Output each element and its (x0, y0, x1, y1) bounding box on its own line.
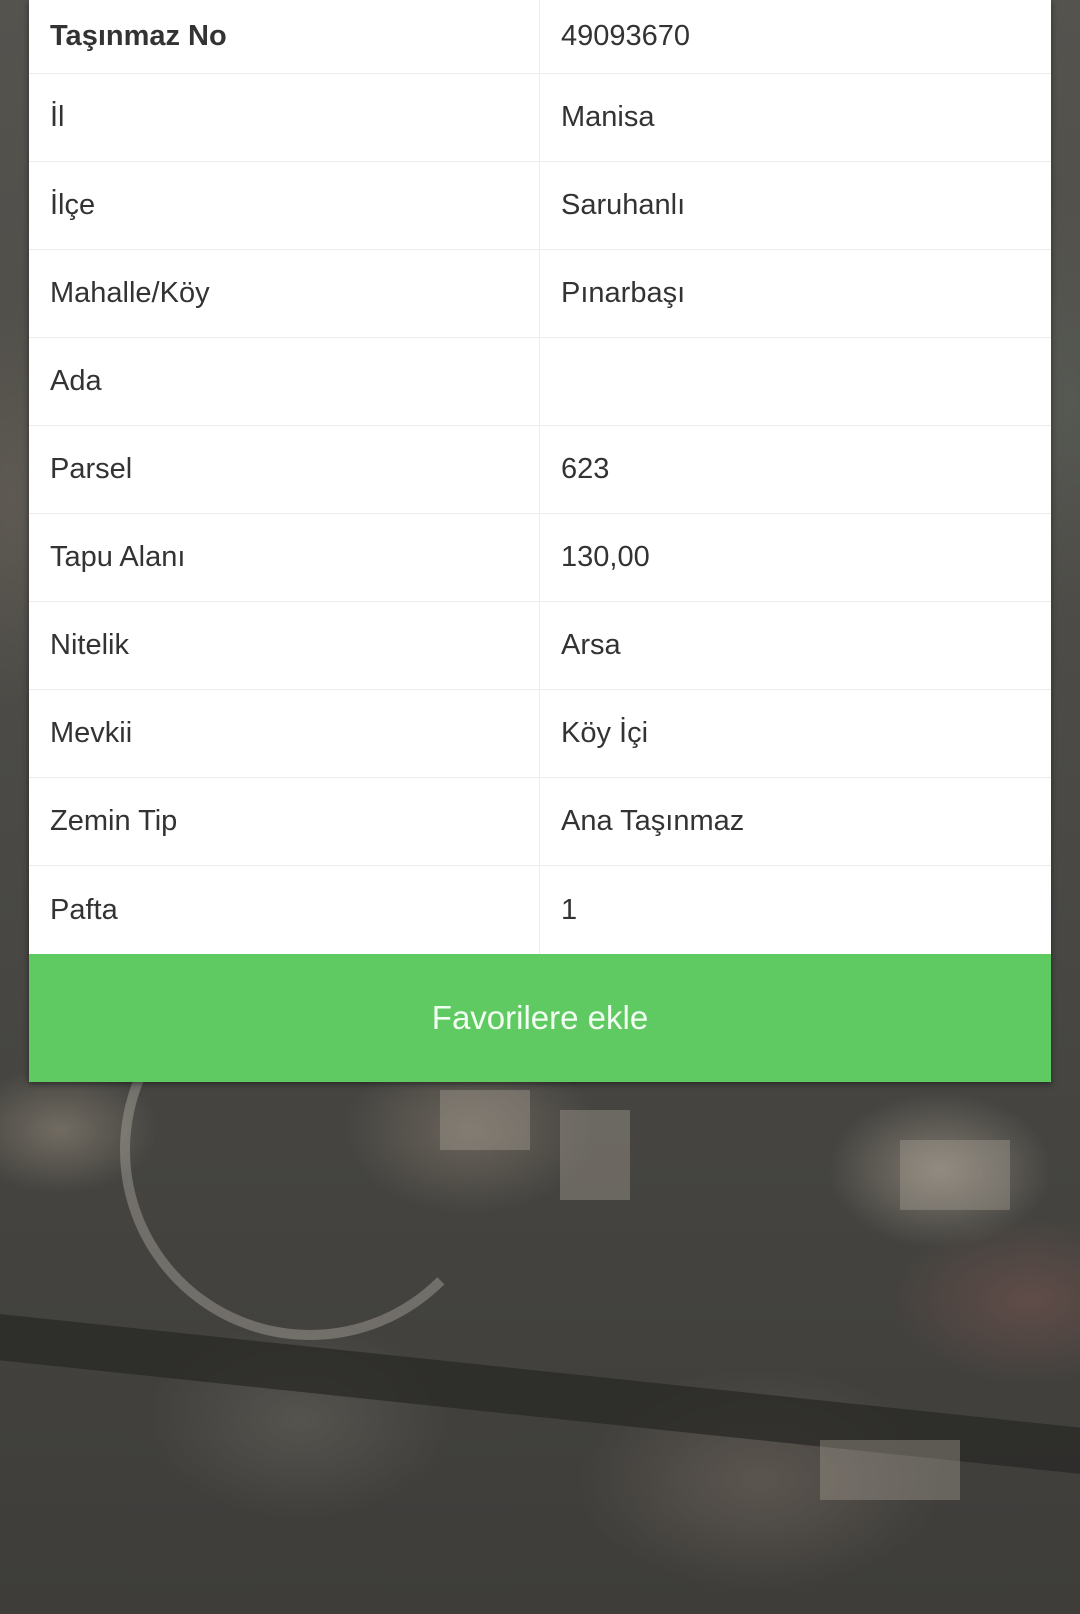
row-value: Arsa (539, 601, 1051, 690)
parcel-info-panel: Taşınmaz No 49093670 İl Manisa İlçe Saru… (29, 0, 1051, 1082)
table-row-mevkii: Mevkii Köy İçi (29, 689, 1051, 778)
row-label: Ada (29, 337, 540, 426)
row-label: İlçe (29, 161, 540, 250)
row-value: 623 (539, 425, 1051, 514)
row-value: Ana Taşınmaz (539, 777, 1051, 866)
table-row-nitelik: Nitelik Arsa (29, 601, 1051, 690)
row-label: Parsel (29, 425, 540, 514)
row-label: Nitelik (29, 601, 540, 690)
row-label: Mahalle/Köy (29, 249, 540, 338)
row-label: Mevkii (29, 689, 540, 778)
row-label: Pafta (29, 865, 540, 954)
table-row-tasinmaz-no: Taşınmaz No 49093670 (29, 0, 1051, 74)
table-row-ada: Ada (29, 337, 1051, 426)
row-label: Zemin Tip (29, 777, 540, 866)
table-row-parsel: Parsel 623 (29, 425, 1051, 514)
row-value: Köy İçi (539, 689, 1051, 778)
parcel-details-table: Taşınmaz No 49093670 İl Manisa İlçe Saru… (29, 0, 1051, 954)
table-row-tapu-alani: Tapu Alanı 130,00 (29, 513, 1051, 602)
map-building (560, 1110, 630, 1200)
row-value: Saruhanlı (539, 161, 1051, 250)
table-row-ilce: İlçe Saruhanlı (29, 161, 1051, 250)
table-row-il: İl Manisa (29, 73, 1051, 162)
row-value: Manisa (539, 73, 1051, 162)
table-row-pafta: Pafta 1 (29, 865, 1051, 954)
row-value: 1 (561, 893, 578, 926)
add-to-favorites-button[interactable]: Favorilere ekle (29, 954, 1051, 1082)
row-value: Pınarbaşı (539, 249, 1051, 338)
table-row-mahalle-koy: Mahalle/Köy Pınarbaşı (29, 249, 1051, 338)
row-label: Taşınmaz No (29, 0, 540, 74)
row-label: Tapu Alanı (29, 513, 540, 602)
map-building (820, 1440, 960, 1500)
row-label: İl (29, 73, 540, 162)
map-building (440, 1090, 530, 1150)
table-row-zemin-tip: Zemin Tip Ana Taşınmaz (29, 777, 1051, 866)
map-building (900, 1140, 1010, 1210)
row-value: 130,00 (539, 513, 1051, 602)
row-value (539, 337, 1051, 426)
row-value: 49093670 (539, 0, 1051, 74)
